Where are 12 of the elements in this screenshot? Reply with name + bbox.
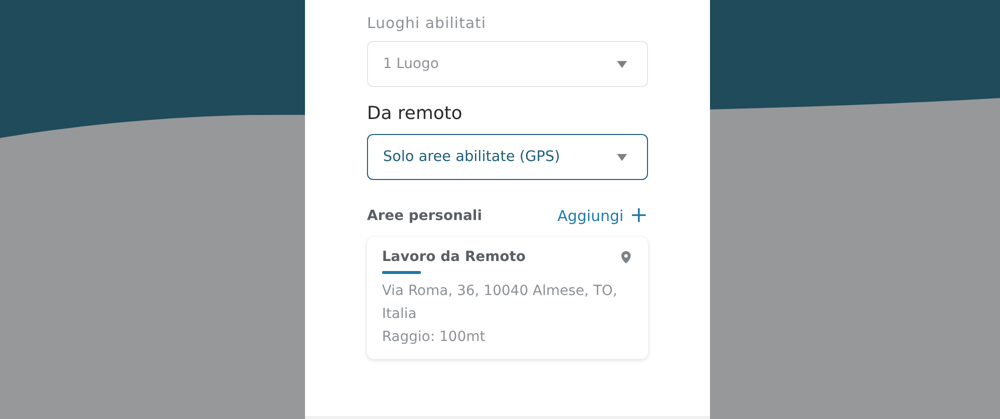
add-button[interactable]: Aggiungi + bbox=[557, 207, 648, 225]
dropdown-field[interactable]: Solo aree abilitate (GPS) bbox=[367, 134, 648, 180]
card-title: Lavoro da Remoto bbox=[382, 249, 526, 265]
section-title: Aree personali bbox=[367, 208, 482, 224]
area-card[interactable]: Lavoro da Remoto Via Roma, 36, 10040 Almese, TO, Italia Raggio: 100mt bbox=[367, 237, 648, 359]
card-address: Via Roma, 36, 10040 Almese, TO, Italia bbox=[382, 282, 618, 324]
caret-icon bbox=[617, 154, 627, 160]
field-label: Luoghi abilitati bbox=[367, 14, 488, 34]
field-label: Da remoto bbox=[367, 103, 464, 126]
card-radius: Raggio: 100mt bbox=[382, 328, 486, 347]
underline-bar bbox=[382, 271, 421, 274]
caret-icon bbox=[617, 60, 627, 68]
